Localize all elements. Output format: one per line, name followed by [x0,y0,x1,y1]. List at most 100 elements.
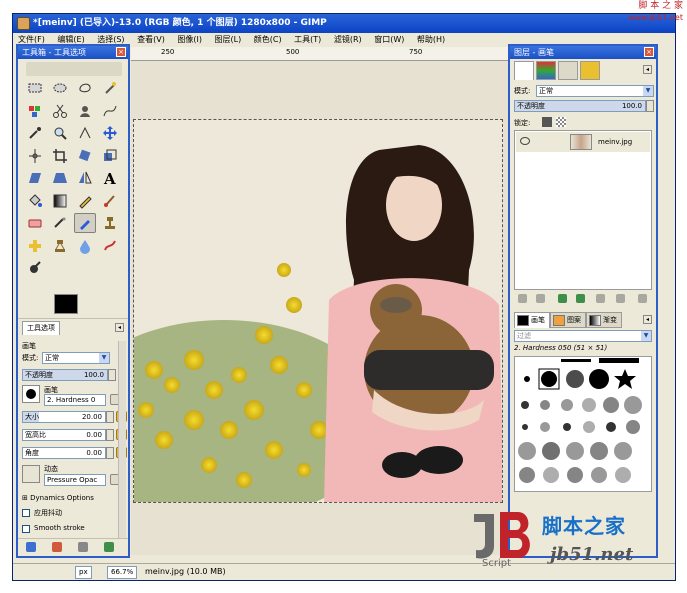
duplicate-layer-icon[interactable] [596,294,605,303]
size-slider[interactable]: 大小 20.00 [22,411,106,423]
smudge-icon[interactable] [99,236,121,256]
dynamics-field[interactable]: Pressure Opac [44,474,106,486]
rotate-icon[interactable] [74,146,96,166]
mode-dropdown[interactable]: 正常 ▼ [42,352,110,364]
smooth-stroke-checkbox[interactable] [22,525,30,533]
delete-options-icon[interactable] [78,542,88,552]
close-icon[interactable]: × [116,47,126,57]
restore-options-icon[interactable] [52,542,62,552]
lock-pixels-icon[interactable] [542,117,552,127]
options-scrollbar[interactable] [118,341,126,541]
layers-title-bar[interactable]: 图层 - 画笔 × [510,46,656,59]
layer-opacity-spin[interactable] [646,100,654,112]
aspect-spin[interactable] [106,429,114,441]
opacity-spin[interactable] [108,369,116,381]
menu-help[interactable]: 帮助(H) [412,33,450,47]
heal-icon[interactable] [24,236,46,256]
tab-patterns[interactable]: 图案 [550,312,586,328]
title-bar[interactable]: *[meinv] (已导入)-13.0 (RGB 颜色, 1 个图层) 1280… [13,14,675,33]
airbrush-icon[interactable] [49,213,71,233]
pencil-icon[interactable] [74,191,96,211]
brush-name-field[interactable]: 2. Hardness 0 [44,394,106,406]
by-color-select-icon[interactable] [24,101,46,121]
brush-grid[interactable] [514,356,652,492]
opacity-slider[interactable]: 不透明度 100.0 [22,369,108,381]
menu-filters[interactable]: 滤镜(R) [329,33,367,47]
eye-icon[interactable] [520,137,530,145]
anchor-layer-icon[interactable] [616,294,625,303]
layer-opacity-slider[interactable]: 不透明度 100.0 [514,100,646,112]
tab-gradients[interactable]: 渐变 [586,312,622,328]
blend-icon[interactable] [49,191,71,211]
layer-name[interactable]: meinv.jpg [598,132,632,152]
layer-list[interactable]: meinv.jpg [514,130,652,290]
menu-tools[interactable]: 工具(T) [289,33,326,47]
tab-menu-icon[interactable]: ◂ [643,315,652,324]
new-layer-icon[interactable] [518,294,527,303]
size-spin[interactable] [106,411,114,423]
free-select-icon[interactable] [74,78,96,98]
ink-icon[interactable] [74,213,96,233]
tab-brushes[interactable]: 画笔 [514,312,550,328]
delete-layer-icon[interactable] [638,294,647,303]
photo-image[interactable] [133,119,503,503]
lower-layer-icon[interactable] [576,294,585,303]
paths-tab-icon[interactable] [558,61,578,80]
horizontal-ruler[interactable]: 250 500 750 [131,47,511,61]
fuzzy-select-icon[interactable] [99,78,121,98]
foreground-select-icon[interactable] [74,101,96,121]
unit-selector[interactable]: px [75,566,92,579]
bucket-fill-icon[interactable] [24,191,46,211]
zoom-selector[interactable]: 66.7% [107,566,138,579]
foreground-color-swatch[interactable] [54,294,78,314]
dynamics-options-expander[interactable]: ⊞ Dynamics Options [22,494,94,502]
blur-icon[interactable] [74,236,96,256]
paths-icon[interactable] [99,101,121,121]
aspect-ratio-slider[interactable]: 宽高比 0.00 [22,429,106,441]
reset-options-icon[interactable] [104,542,114,552]
scale-icon[interactable] [99,146,121,166]
perspective-icon[interactable] [49,168,71,188]
measure-icon[interactable] [74,123,96,143]
image-canvas-area[interactable]: 250 500 750 [131,47,511,555]
angle-spin[interactable] [106,447,114,459]
menu-image[interactable]: 图像(I) [172,33,207,47]
paintbrush-icon[interactable] [99,191,121,211]
zoom-icon[interactable] [49,123,71,143]
brush-preview[interactable] [22,385,40,403]
angle-slider[interactable]: 角度 0.00 [22,447,106,459]
menu-view[interactable]: 查看(V) [132,33,170,47]
jitter-checkbox[interactable] [22,509,30,517]
layer-mode-dropdown[interactable]: 正常 ▼ [536,85,654,97]
lock-alpha-icon[interactable] [556,117,566,127]
clone-icon[interactable] [99,213,121,233]
ellipse-select-icon[interactable] [49,78,71,98]
shear-icon[interactable] [24,168,46,188]
tab-menu-icon[interactable]: ◂ [115,323,124,332]
menu-layer[interactable]: 图层(L) [210,33,247,47]
eraser-icon[interactable] [24,213,46,233]
text-icon[interactable]: A [99,168,121,188]
channels-tab-icon[interactable] [536,61,556,80]
tab-menu-icon[interactable]: ◂ [643,65,652,74]
align-icon[interactable] [24,146,46,166]
rect-select-icon[interactable] [24,78,46,98]
menu-colors[interactable]: 颜色(C) [249,33,287,47]
undo-tab-icon[interactable] [580,61,600,80]
crop-icon[interactable] [49,146,71,166]
tab-tool-options[interactable]: 工具选项 [22,321,60,335]
wilber-drop-area[interactable] [26,62,122,76]
brush-filter-dropdown[interactable]: 过滤 ▼ [514,330,652,342]
layers-tab-icon[interactable] [514,61,534,80]
color-picker-icon[interactable] [24,123,46,143]
menu-windows[interactable]: 窗口(W) [369,33,409,47]
layer-row[interactable]: meinv.jpg [516,132,650,152]
perspective-clone-icon[interactable] [49,236,71,256]
flip-icon[interactable] [74,168,96,188]
dynamics-preview-icon[interactable] [22,465,40,483]
dodge-burn-icon[interactable] [24,258,46,278]
toolbox-title-bar[interactable]: 工具箱 - 工具选项 × [18,46,128,59]
scissors-icon[interactable] [49,101,71,121]
raise-layer-icon[interactable] [558,294,567,303]
save-options-icon[interactable] [26,542,36,552]
